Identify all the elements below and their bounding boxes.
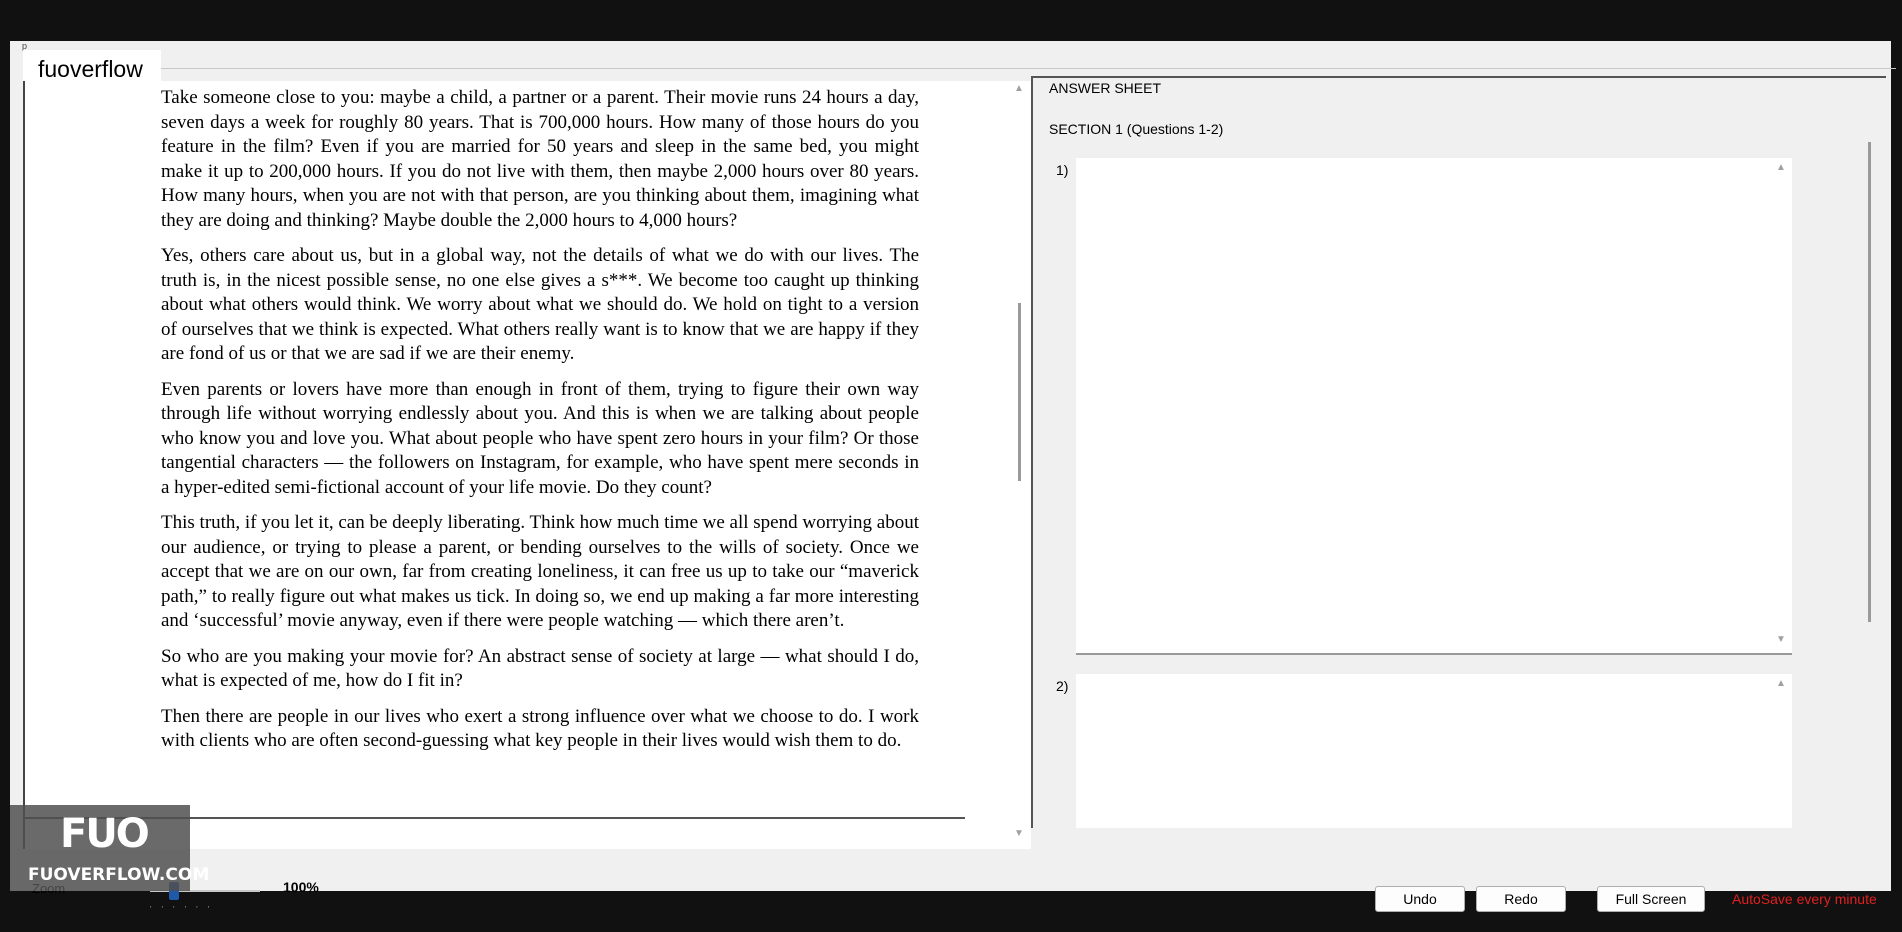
section-title: SECTION 1 (Questions 1-2) (1049, 121, 1224, 137)
reading-scroll-thumb[interactable] (1018, 303, 1021, 481)
answer-sheet-scroll-thumb[interactable] (1868, 142, 1871, 622)
question-number: 2) (1056, 678, 1069, 694)
reading-passage-pane[interactable]: Take someone close to you: maybe a child… (23, 81, 1031, 849)
exam-window: p fuoverflow Take someone close to you: … (10, 41, 1896, 914)
watermark-text: FUOVERFLOW.COM (28, 865, 210, 885)
answer-sheet-title: ANSWER SHEET (1049, 80, 1162, 96)
undo-button[interactable]: Undo (1375, 886, 1465, 912)
full-screen-button[interactable]: Full Screen (1597, 886, 1705, 912)
scroll-up-arrow-icon[interactable]: ▲ (1772, 678, 1790, 689)
scroll-down-arrow-icon[interactable]: ▼ (1010, 828, 1028, 839)
passage-paragraph: Even parents or lovers have more than en… (161, 378, 919, 498)
answer-box-2[interactable]: ▲ (1076, 674, 1792, 828)
redo-button[interactable]: Redo (1476, 886, 1566, 912)
reading-passage: Take someone close to you: maybe a child… (161, 86, 919, 765)
zoom-slider-ticks: '''''' (150, 905, 220, 914)
answer-box-scrollbar[interactable]: ▲ ▼ (1772, 158, 1792, 653)
passage-paragraph: Take someone close to you: maybe a child… (161, 87, 919, 231)
passage-paragraph: So who are you making your movie for? An… (161, 645, 919, 692)
watermark-logo: FUO (60, 811, 150, 857)
reading-scrollbar[interactable]: ▲ ▼ (1010, 81, 1028, 849)
top-divider (24, 68, 1896, 69)
scroll-down-arrow-icon[interactable]: ▼ (1772, 634, 1790, 645)
passage-paragraph: Yes, others care about us, but in a glob… (161, 245, 919, 364)
question-number: 1) (1056, 162, 1069, 178)
scroll-up-arrow-icon[interactable]: ▲ (1772, 162, 1790, 173)
answer-sheet-panel: ANSWER SHEET SECTION 1 (Questions 1-2) 1… (1031, 76, 1886, 828)
passage-paragraph: Then there are people in our lives who e… (161, 705, 919, 752)
answer-box-1[interactable]: ▲ ▼ (1076, 158, 1792, 655)
watermark: FUO FUOVERFLOW.COM (10, 805, 209, 891)
autosave-status: AutoSave every minute (1732, 891, 1877, 907)
zoom-value: 100% (283, 879, 319, 895)
scroll-up-arrow-icon[interactable]: ▲ (1010, 83, 1028, 94)
answer-box-scrollbar[interactable]: ▲ (1772, 674, 1792, 828)
passage-paragraph: This truth, if you let it, can be deeply… (161, 512, 919, 631)
